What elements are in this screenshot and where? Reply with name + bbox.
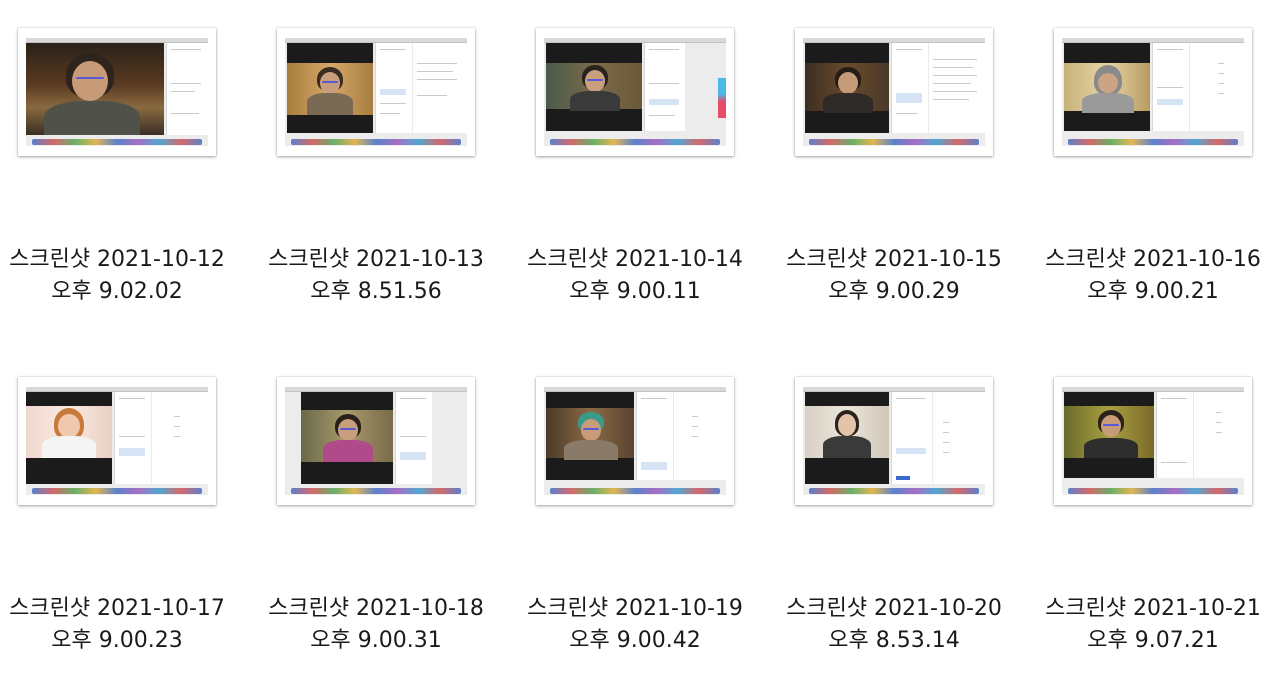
file-name-line1: 스크린샷 2021-10-16 bbox=[1045, 247, 1261, 272]
screenshot-thumbnail[interactable] bbox=[1054, 28, 1252, 156]
screenshot-thumbnail[interactable] bbox=[795, 377, 993, 505]
screenshot-thumbnail[interactable] bbox=[1054, 377, 1252, 505]
file-item[interactable]: 스크린샷 2021-10-13 오후 8.51.56 bbox=[247, 28, 505, 348]
file-name-line2: 오후 8.53.14 bbox=[828, 628, 960, 653]
file-name-line1: 스크린샷 2021-10-14 bbox=[527, 247, 743, 272]
file-name-line2: 오후 8.51.56 bbox=[310, 279, 442, 304]
screenshot-thumbnail[interactable] bbox=[277, 28, 475, 156]
screenshot-thumbnail[interactable] bbox=[536, 377, 734, 505]
file-name-line1: 스크린샷 2021-10-19 bbox=[527, 596, 743, 621]
screenshot-thumbnail[interactable] bbox=[18, 377, 216, 505]
file-name[interactable]: 스크린샷 2021-10-13 오후 8.51.56 bbox=[247, 244, 505, 308]
file-name[interactable]: 스크린샷 2021-10-12 오후 9.02.02 bbox=[0, 244, 246, 308]
file-item[interactable]: 스크린샷 2021-10-18 오후 9.00.31 bbox=[247, 377, 505, 686]
file-item[interactable]: 스크린샷 2021-10-21 오후 9.07.21 bbox=[1024, 377, 1280, 686]
file-name-line2: 오후 9.00.11 bbox=[569, 279, 701, 304]
file-name-line2: 오후 9.00.29 bbox=[828, 279, 960, 304]
file-item[interactable]: 스크린샷 2021-10-12 오후 9.02.02 bbox=[0, 28, 246, 348]
screenshot-thumbnail[interactable] bbox=[277, 377, 475, 505]
file-item[interactable]: 스크린샷 2021-10-14 오후 9.00.11 bbox=[506, 28, 764, 348]
screenshot-thumbnail[interactable] bbox=[795, 28, 993, 156]
file-item[interactable]: 스크린샷 2021-10-16 오후 9.00.21 bbox=[1024, 28, 1280, 348]
file-name[interactable]: 스크린샷 2021-10-18 오후 9.00.31 bbox=[247, 593, 505, 657]
screenshot-thumbnail[interactable] bbox=[18, 28, 216, 156]
file-name-line2: 오후 9.00.21 bbox=[1087, 279, 1219, 304]
file-name[interactable]: 스크린샷 2021-10-14 오후 9.00.11 bbox=[506, 244, 764, 308]
file-name-line1: 스크린샷 2021-10-20 bbox=[786, 596, 1002, 621]
file-name-line1: 스크린샷 2021-10-17 bbox=[9, 596, 225, 621]
file-grid: 스크린샷 2021-10-12 오후 9.02.02 스크린샷 2021-10-… bbox=[0, 0, 1280, 686]
screenshot-thumbnail[interactable] bbox=[536, 28, 734, 156]
file-name[interactable]: 스크린샷 2021-10-20 오후 8.53.14 bbox=[765, 593, 1023, 657]
file-name-line2: 오후 9.00.42 bbox=[569, 628, 701, 653]
file-item[interactable]: 스크린샷 2021-10-15 오후 9.00.29 bbox=[765, 28, 1023, 348]
file-item[interactable]: 스크린샷 2021-10-17 오후 9.00.23 bbox=[0, 377, 246, 686]
file-item[interactable]: 스크린샷 2021-10-20 오후 8.53.14 bbox=[765, 377, 1023, 686]
file-name-line1: 스크린샷 2021-10-12 bbox=[9, 247, 225, 272]
file-name-line2: 오후 9.00.31 bbox=[310, 628, 442, 653]
file-name-line1: 스크린샷 2021-10-21 bbox=[1045, 596, 1261, 621]
file-name-line1: 스크린샷 2021-10-15 bbox=[786, 247, 1002, 272]
file-name[interactable]: 스크린샷 2021-10-17 오후 9.00.23 bbox=[0, 593, 246, 657]
file-name-line2: 오후 9.00.23 bbox=[51, 628, 183, 653]
file-name-line1: 스크린샷 2021-10-13 bbox=[268, 247, 484, 272]
file-name[interactable]: 스크린샷 2021-10-16 오후 9.00.21 bbox=[1024, 244, 1280, 308]
file-name[interactable]: 스크린샷 2021-10-15 오후 9.00.29 bbox=[765, 244, 1023, 308]
file-item[interactable]: 스크린샷 2021-10-19 오후 9.00.42 bbox=[506, 377, 764, 686]
file-name-line1: 스크린샷 2021-10-18 bbox=[268, 596, 484, 621]
file-name-line2: 오후 9.02.02 bbox=[51, 279, 183, 304]
file-name[interactable]: 스크린샷 2021-10-21 오후 9.07.21 bbox=[1024, 593, 1280, 657]
file-name-line2: 오후 9.07.21 bbox=[1087, 628, 1219, 653]
file-name[interactable]: 스크린샷 2021-10-19 오후 9.00.42 bbox=[506, 593, 764, 657]
